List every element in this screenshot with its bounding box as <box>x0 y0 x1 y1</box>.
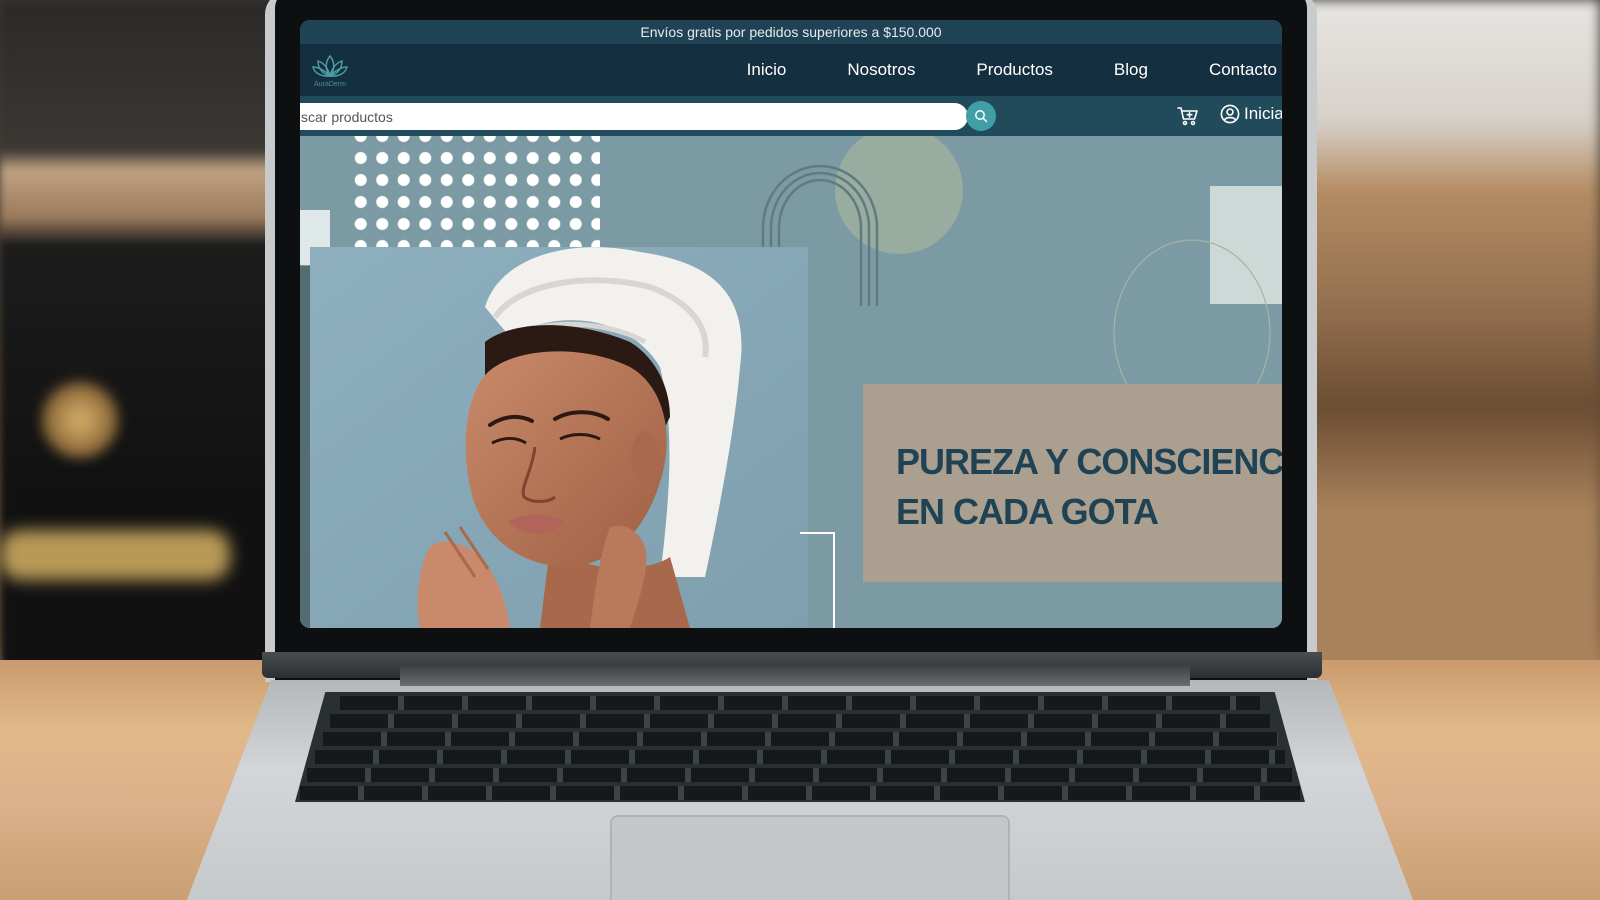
lotus-logo-icon <box>312 54 348 78</box>
cart-icon <box>1177 107 1198 126</box>
hero-title-line-1: PUREZA Y CONSCIENCIA <box>896 441 1282 482</box>
nav-item-nosotros[interactable]: Nosotros <box>847 60 915 80</box>
promo-bar: Envíos gratis por pedidos superiores a $… <box>300 20 1282 44</box>
search-button[interactable] <box>966 101 996 131</box>
laptop-hinge-inner <box>400 664 1190 686</box>
nav-item-contacto[interactable]: Contacto <box>1209 60 1277 80</box>
user-icon <box>1220 104 1240 124</box>
logo-text: AuraDerm <box>314 81 346 88</box>
search-field <box>300 103 968 130</box>
main-navbar: AuraDerm Inicio Nosotros Productos Blog … <box>300 44 1282 96</box>
background-right <box>1300 0 1600 680</box>
hero-title-line-2: EN CADA GOTA <box>896 491 1159 532</box>
laptop-screen: Envíos gratis por pedidos superiores a $… <box>300 20 1282 628</box>
woman-towel-illustration <box>310 247 808 628</box>
laptop-trackpad <box>610 815 1010 900</box>
promo-text: Envíos gratis por pedidos superiores a $… <box>640 24 942 40</box>
nav-item-productos[interactable]: Productos <box>976 60 1053 80</box>
hero-title: PUREZA Y CONSCIENCIA EN CADA GOTA <box>896 437 1282 537</box>
nav-menu: Inicio Nosotros Productos Blog Contacto <box>686 44 1277 96</box>
login-link[interactable]: Inicia <box>1220 104 1282 124</box>
background-handle <box>0 530 230 580</box>
cart-button[interactable] <box>1177 105 1199 132</box>
hero-banner: PUREZA Y CONSCIENCIA EN CADA GOTA <box>300 136 1282 628</box>
search-icon <box>975 110 988 123</box>
brand-logo[interactable]: AuraDerm <box>308 48 352 92</box>
login-label: Inicia <box>1244 104 1282 123</box>
decorative-line <box>800 532 835 628</box>
nav-item-inicio[interactable]: Inicio <box>747 60 787 80</box>
nav-item-blog[interactable]: Blog <box>1114 60 1148 80</box>
laptop-keyboard <box>295 692 1305 802</box>
search-bar: Inicia <box>300 96 1282 136</box>
dot-pattern <box>350 136 600 252</box>
search-input[interactable] <box>300 103 940 130</box>
hero-photo <box>310 247 808 628</box>
background-knob <box>40 380 120 460</box>
